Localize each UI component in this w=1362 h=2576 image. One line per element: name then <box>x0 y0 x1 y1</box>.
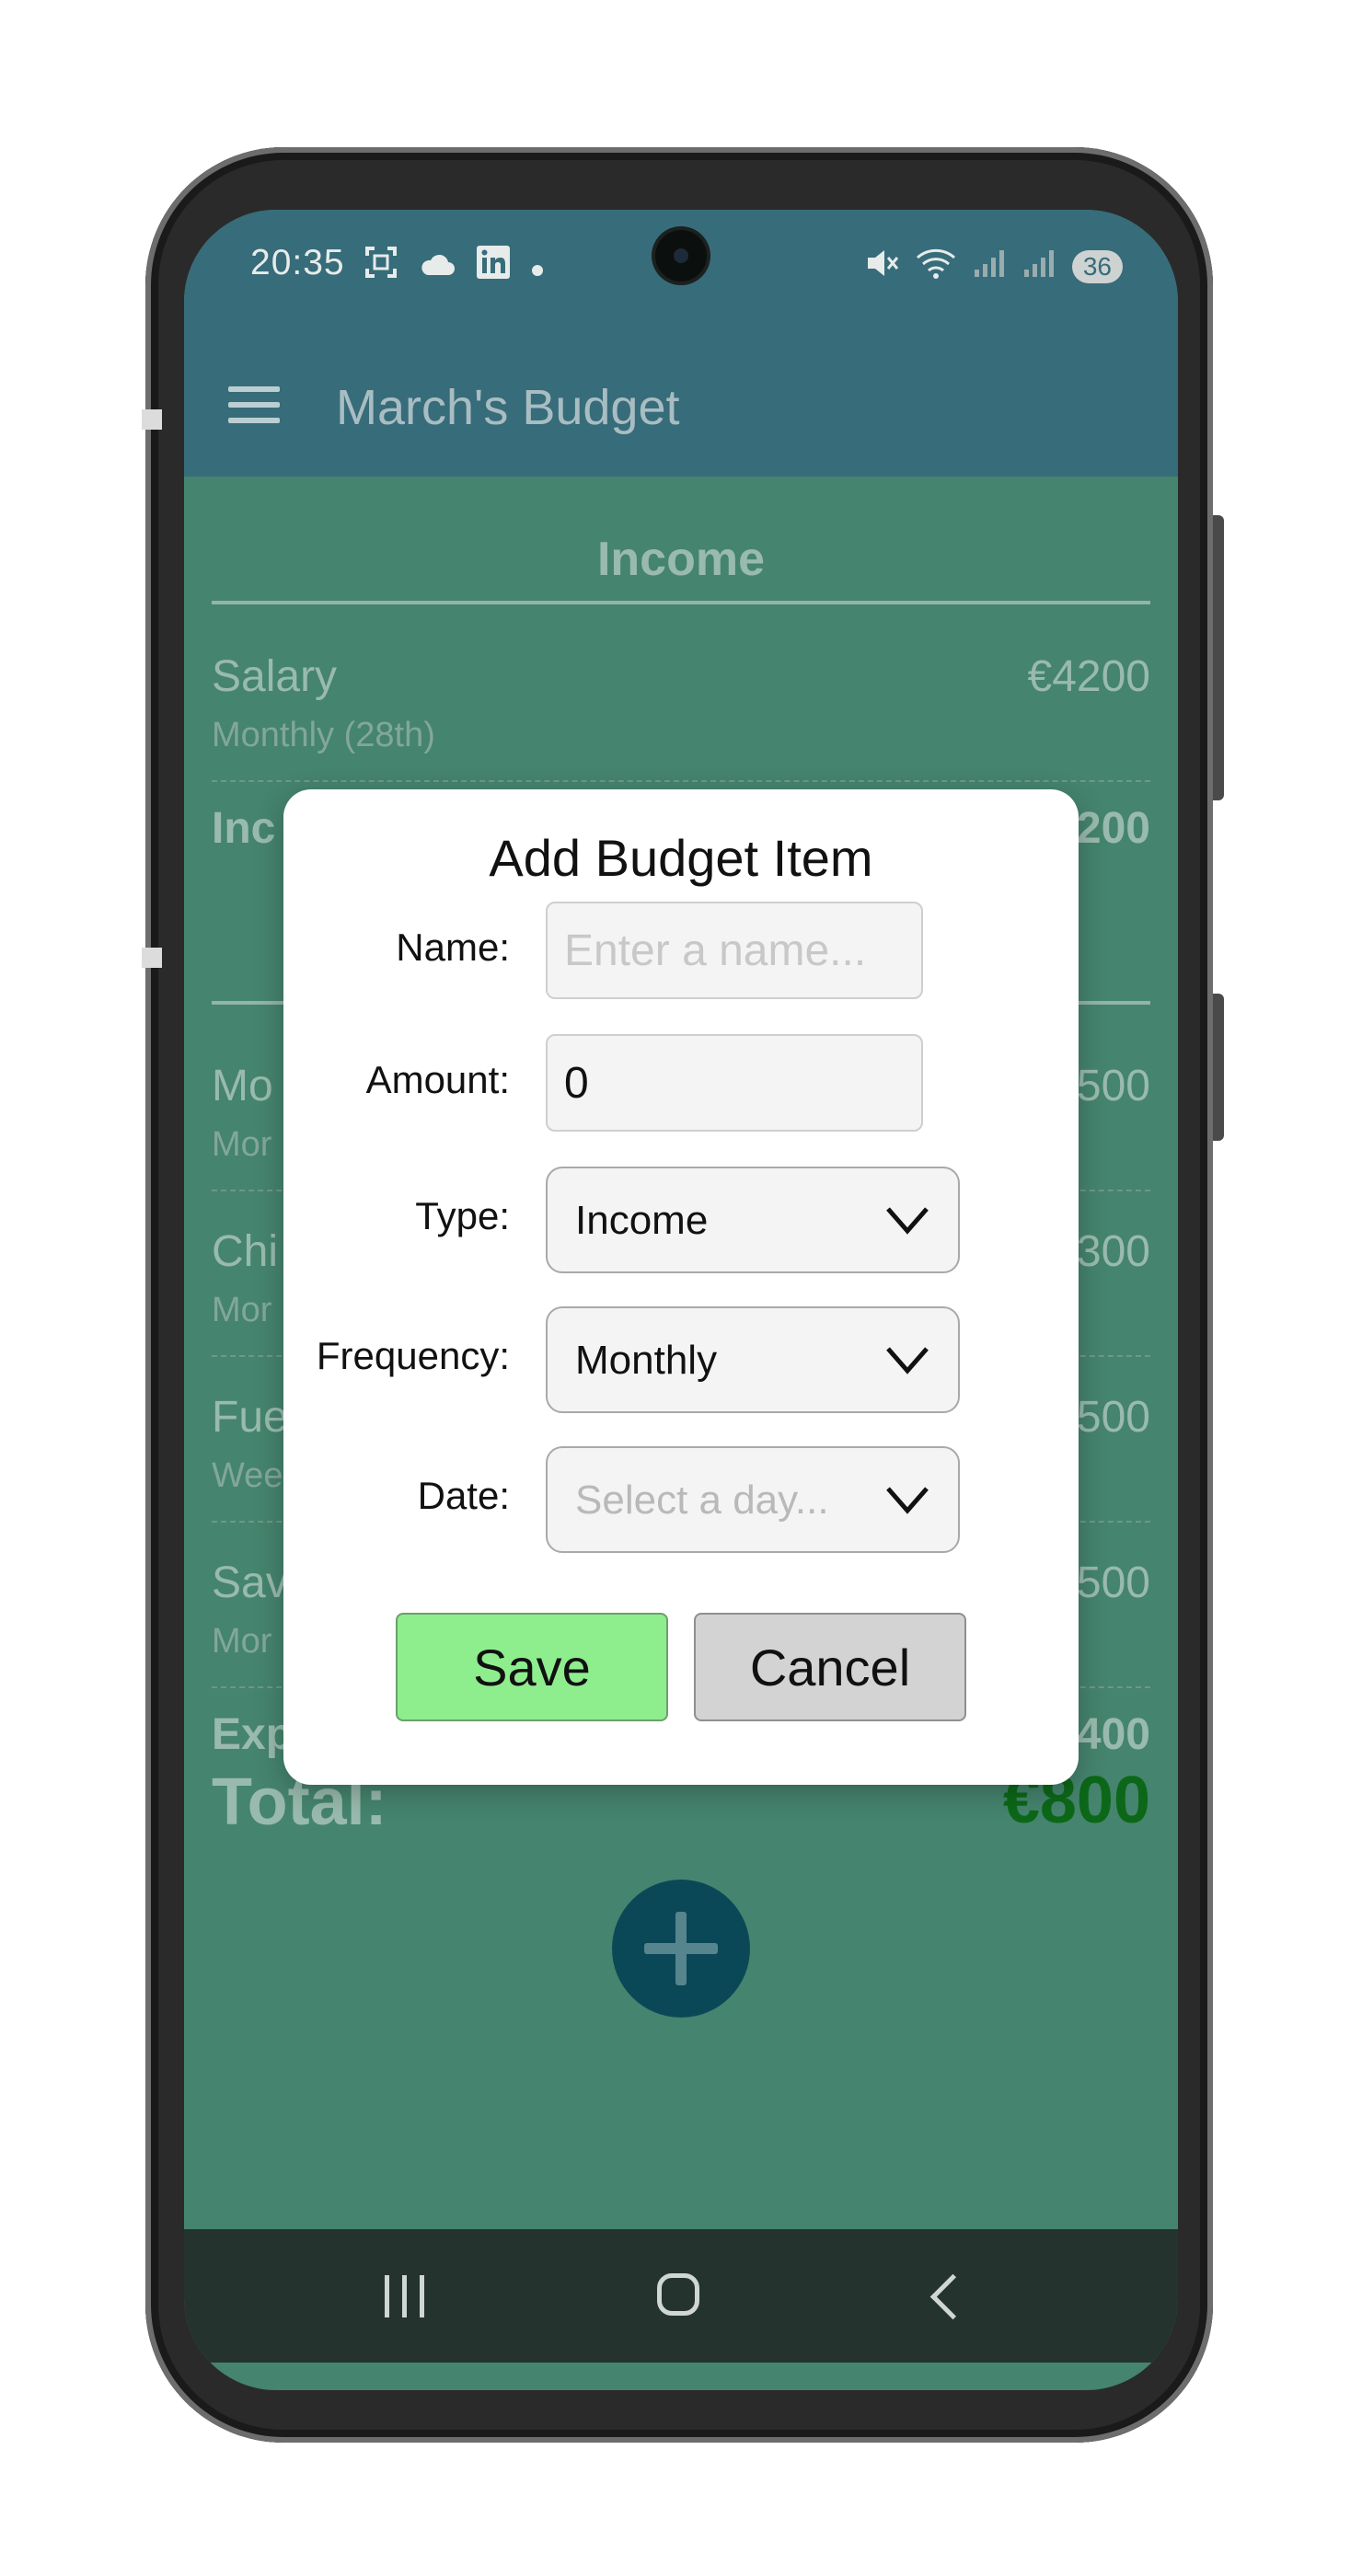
amount-label: Amount: <box>365 1058 510 1101</box>
cancel-button[interactable]: Cancel <box>694 1613 966 1721</box>
recents-icon[interactable] <box>385 2275 424 2317</box>
date-select[interactable]: Select a day... <box>546 1446 960 1553</box>
frame-notch <box>142 409 162 430</box>
type-label: Type: <box>415 1194 510 1237</box>
type-select[interactable]: Income <box>546 1167 960 1273</box>
type-select-value: Income <box>575 1198 709 1243</box>
chevron-down-icon <box>886 1347 929 1374</box>
frame-notch <box>142 948 162 968</box>
date-label: Date: <box>417 1474 510 1517</box>
power-button <box>1213 994 1224 1141</box>
chevron-down-icon <box>886 1487 929 1514</box>
name-input[interactable] <box>546 902 923 999</box>
back-icon[interactable] <box>929 2273 976 2320</box>
save-button[interactable]: Save <box>396 1613 668 1721</box>
volume-button <box>1213 515 1224 800</box>
amount-input[interactable] <box>546 1034 923 1132</box>
add-budget-item-dialog: Add Budget Item Name: Amount: Type: Inco… <box>283 789 1079 1785</box>
frequency-select[interactable]: Monthly <box>546 1306 960 1413</box>
name-label: Name: <box>396 926 510 969</box>
chevron-down-icon <box>886 1207 929 1235</box>
frequency-select-value: Monthly <box>575 1338 718 1383</box>
date-select-placeholder: Select a day... <box>575 1478 829 1523</box>
frequency-label: Frequency: <box>316 1334 510 1377</box>
system-nav-bar <box>184 2229 1178 2363</box>
dialog-title: Add Budget Item <box>489 829 873 887</box>
home-icon[interactable] <box>657 2273 699 2316</box>
